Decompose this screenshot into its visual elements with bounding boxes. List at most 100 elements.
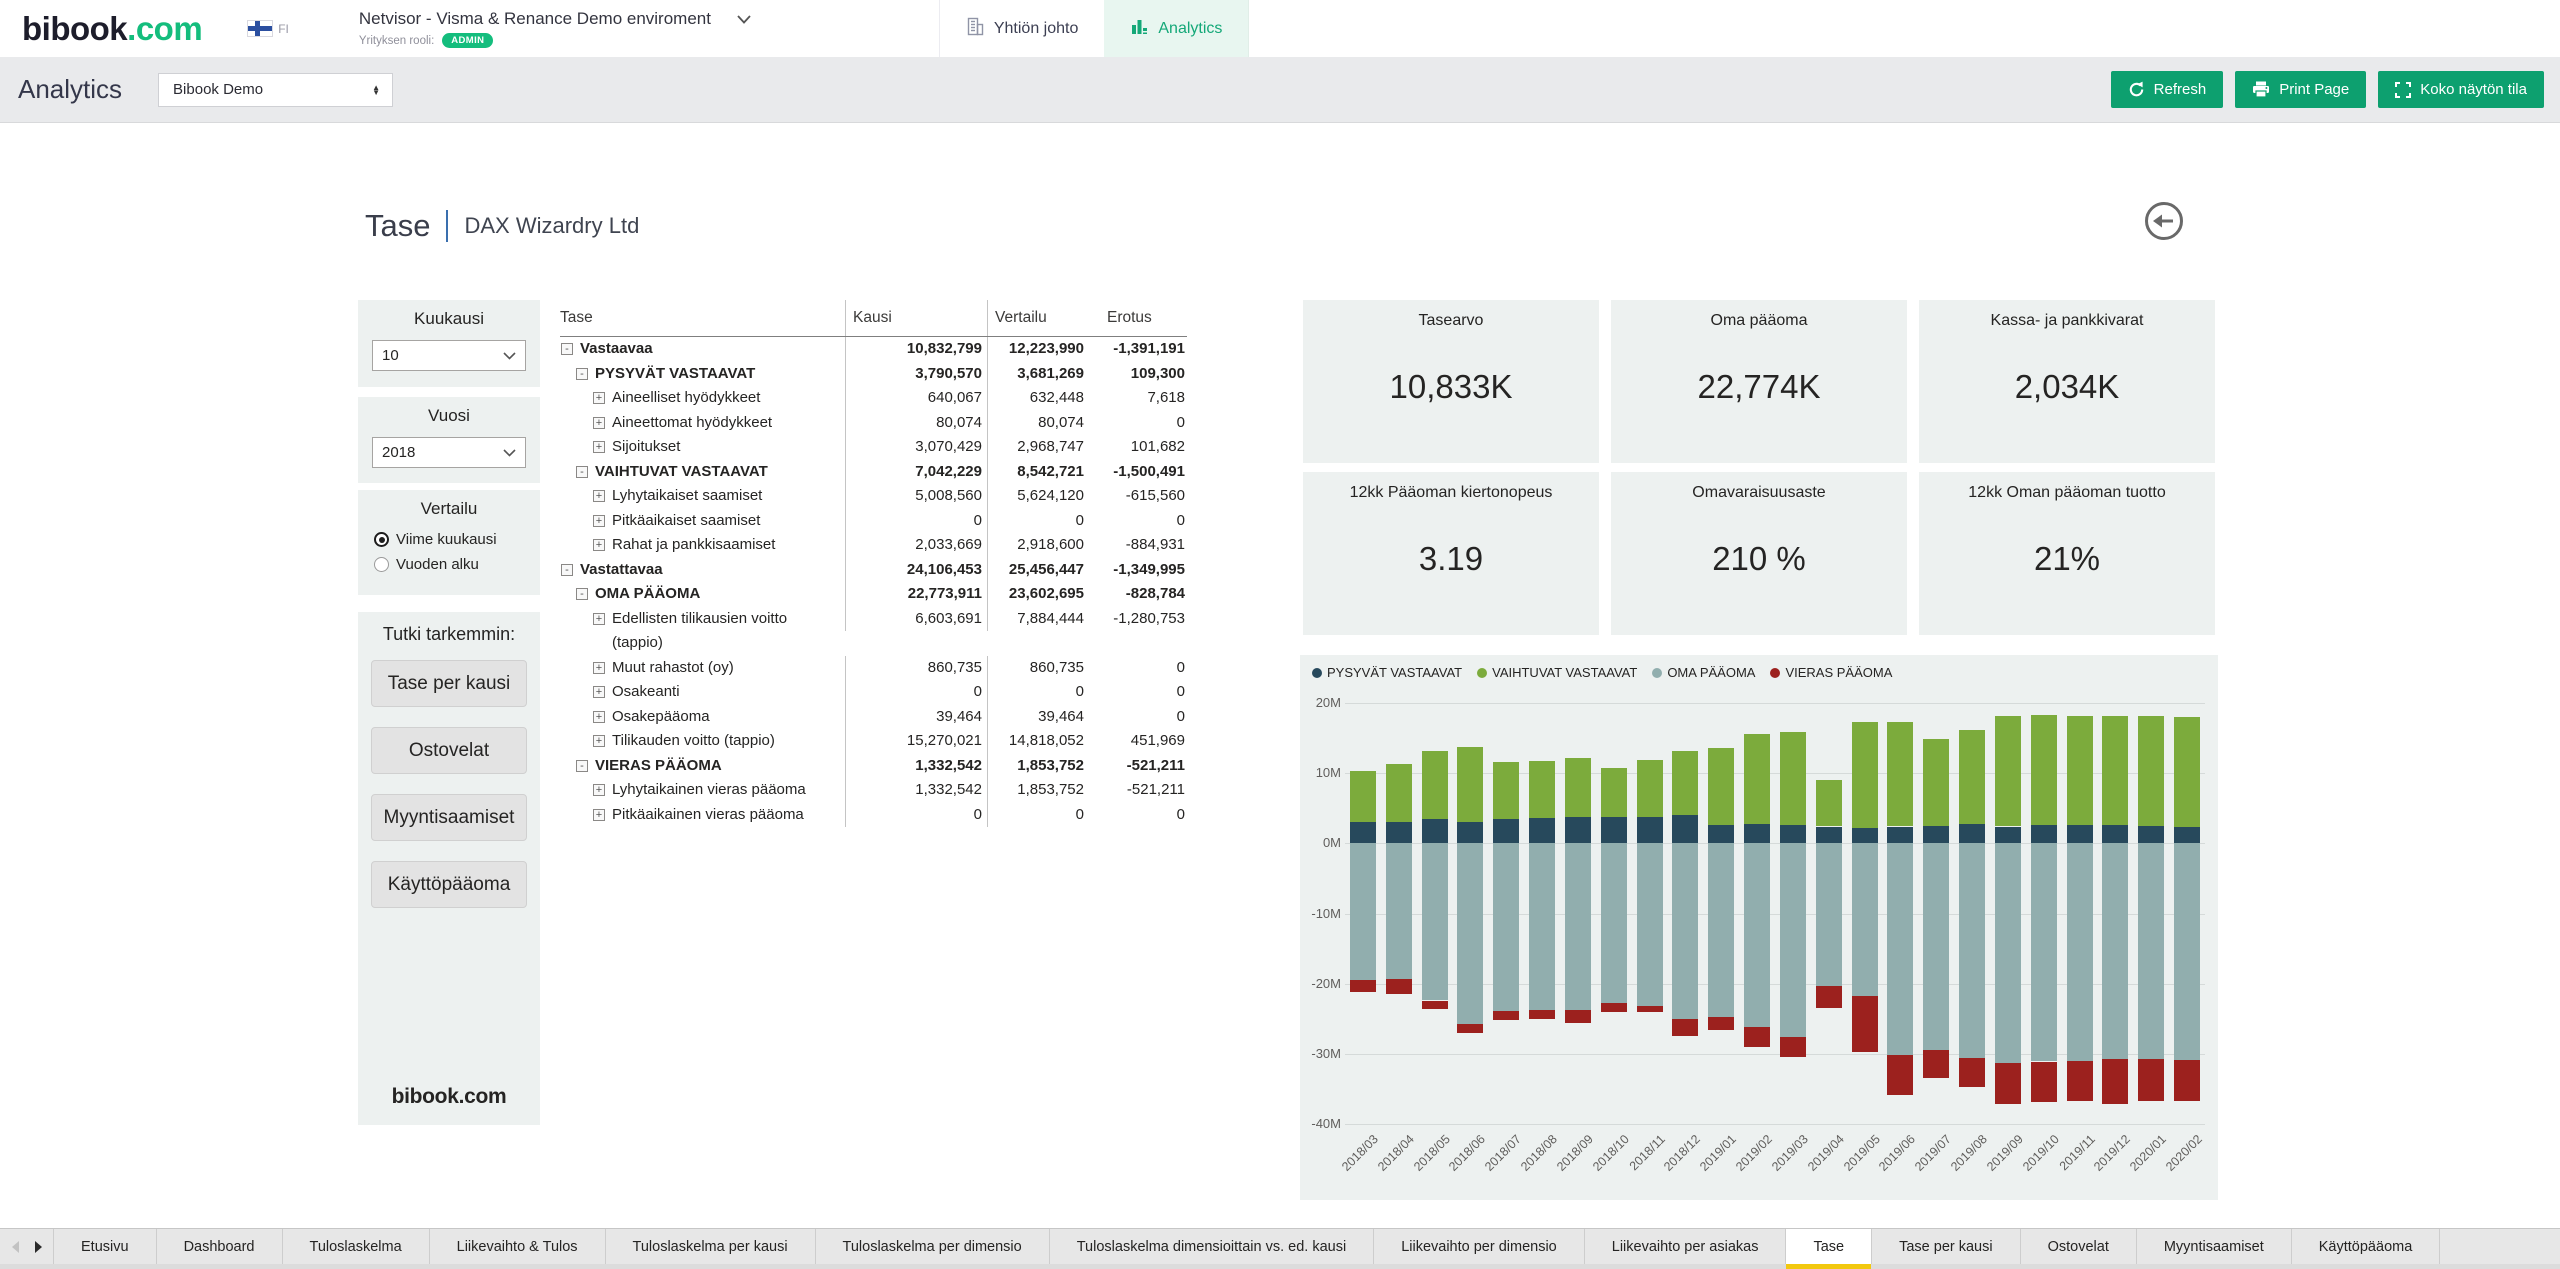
bar-segment-vieras-pääoma[interactable]	[2138, 1059, 2164, 1101]
drill-button-käyttöpääoma[interactable]: Käyttöpääoma	[371, 861, 527, 908]
bar-segment-pysyvät-vastaavat[interactable]	[1887, 827, 1913, 844]
expand-icon[interactable]: +	[593, 539, 605, 551]
bar-segment-pysyvät-vastaavat[interactable]	[1959, 824, 1985, 843]
bar-segment-pysyvät-vastaavat[interactable]	[1529, 818, 1555, 843]
legend-item[interactable]: VAIHTUVAT VASTAAVAT	[1477, 665, 1637, 680]
bar-segment-vaihtuvat-vastaavat[interactable]	[1816, 780, 1842, 826]
expand-icon[interactable]: +	[593, 784, 605, 796]
page-tab-tuloslaskelma-dimensioittain-vs-ed-kausi[interactable]: Tuloslaskelma dimensioittain vs. ed. kau…	[1050, 1229, 1374, 1264]
bar-segment-vaihtuvat-vastaavat[interactable]	[1637, 760, 1663, 817]
bar-segment-pysyvät-vastaavat[interactable]	[1601, 817, 1627, 844]
bar-segment-oma-pääoma[interactable]	[1350, 843, 1376, 980]
page-tab-tuloslaskelma-per-dimensio[interactable]: Tuloslaskelma per dimensio	[816, 1229, 1050, 1264]
bar-segment-oma-pääoma[interactable]	[1708, 843, 1734, 1016]
drill-button-myyntisaamiset[interactable]: Myyntisaamiset	[371, 794, 527, 841]
bar-segment-oma-pääoma[interactable]	[1852, 843, 1878, 995]
bar-segment-oma-pääoma[interactable]	[1529, 843, 1555, 1009]
bar-segment-oma-pääoma[interactable]	[1386, 843, 1412, 978]
workspace-select[interactable]: Bibook Demo ▲▼	[158, 73, 393, 107]
bar-segment-vaihtuvat-vastaavat[interactable]	[1350, 771, 1376, 822]
bar-segment-vieras-pääoma[interactable]	[2174, 1060, 2200, 1101]
page-tab-liikevaihto-per-dimensio[interactable]: Liikevaihto per dimensio	[1374, 1229, 1585, 1264]
bar-segment-pysyvät-vastaavat[interactable]	[2138, 826, 2164, 844]
bar-segment-pysyvät-vastaavat[interactable]	[1672, 815, 1698, 843]
scroll-right-icon[interactable]	[35, 1241, 42, 1253]
page-tab-tuloslaskelma[interactable]: Tuloslaskelma	[283, 1229, 430, 1264]
language-switcher[interactable]: FI	[248, 0, 289, 57]
bar-segment-pysyvät-vastaavat[interactable]	[2102, 825, 2128, 843]
bar-segment-pysyvät-vastaavat[interactable]	[1995, 827, 2021, 844]
collapse-icon[interactable]: -	[576, 760, 588, 772]
bar-segment-vieras-pääoma[interactable]	[1816, 986, 1842, 1008]
page-tab-dashboard[interactable]: Dashboard	[157, 1229, 283, 1264]
bar-segment-pysyvät-vastaavat[interactable]	[2031, 825, 2057, 843]
bar-segment-vaihtuvat-vastaavat[interactable]	[1852, 722, 1878, 828]
bar-segment-pysyvät-vastaavat[interactable]	[1386, 822, 1412, 844]
expand-icon[interactable]: +	[593, 711, 605, 723]
bar-segment-pysyvät-vastaavat[interactable]	[1780, 825, 1806, 843]
collapse-icon[interactable]: -	[576, 588, 588, 600]
expand-icon[interactable]: +	[593, 392, 605, 404]
bar-segment-vaihtuvat-vastaavat[interactable]	[1959, 730, 1985, 824]
bar-segment-pysyvät-vastaavat[interactable]	[1637, 817, 1663, 844]
page-tab-tase[interactable]: Tase	[1786, 1229, 1872, 1264]
bar-segment-oma-pääoma[interactable]	[1744, 843, 1770, 1027]
bar-segment-oma-pääoma[interactable]	[2102, 843, 2128, 1058]
expand-icon[interactable]: +	[593, 441, 605, 453]
bar-segment-vaihtuvat-vastaavat[interactable]	[1887, 722, 1913, 827]
bar-segment-vaihtuvat-vastaavat[interactable]	[2102, 716, 2128, 826]
bar-segment-vieras-pääoma[interactable]	[1637, 1006, 1663, 1012]
drill-button-ostovelat[interactable]: Ostovelat	[371, 727, 527, 774]
bar-segment-oma-pääoma[interactable]	[2031, 843, 2057, 1061]
collapse-icon[interactable]: -	[576, 466, 588, 478]
bar-segment-vieras-pääoma[interactable]	[2067, 1061, 2093, 1101]
legend-item[interactable]: PYSYVÄT VASTAAVAT	[1312, 665, 1462, 680]
collapse-icon[interactable]: -	[561, 343, 573, 355]
bar-segment-pysyvät-vastaavat[interactable]	[1350, 822, 1376, 843]
bar-segment-vieras-pääoma[interactable]	[1887, 1055, 1913, 1095]
header-tab-analytics[interactable]: Analytics	[1104, 0, 1249, 57]
bar-segment-vaihtuvat-vastaavat[interactable]	[1493, 762, 1519, 819]
page-tab-myyntisaamiset[interactable]: Myyntisaamiset	[2137, 1229, 2292, 1264]
comparison-option-0[interactable]: Viime kuukausi	[374, 527, 540, 552]
bar-segment-oma-pääoma[interactable]	[1493, 843, 1519, 1011]
bar-segment-vaihtuvat-vastaavat[interactable]	[1601, 768, 1627, 817]
bar-segment-oma-pääoma[interactable]	[1923, 843, 1949, 1049]
bar-segment-vaihtuvat-vastaavat[interactable]	[1529, 761, 1555, 818]
expand-icon[interactable]: +	[593, 662, 605, 674]
legend-item[interactable]: OMA PÄÄOMA	[1652, 665, 1755, 680]
expand-icon[interactable]: +	[593, 417, 605, 429]
bar-segment-vieras-pääoma[interactable]	[1386, 979, 1412, 994]
page-tab-ostovelat[interactable]: Ostovelat	[2021, 1229, 2137, 1264]
expand-icon[interactable]: +	[593, 490, 605, 502]
bar-segment-vaihtuvat-vastaavat[interactable]	[2031, 715, 2057, 825]
bar-segment-oma-pääoma[interactable]	[2138, 843, 2164, 1059]
bar-segment-oma-pääoma[interactable]	[2067, 843, 2093, 1061]
bar-segment-vaihtuvat-vastaavat[interactable]	[1565, 758, 1591, 817]
bar-segment-vieras-pääoma[interactable]	[1601, 1003, 1627, 1012]
bar-segment-oma-pääoma[interactable]	[1959, 843, 1985, 1058]
bar-segment-pysyvät-vastaavat[interactable]	[1493, 819, 1519, 844]
bar-segment-vieras-pääoma[interactable]	[1457, 1024, 1483, 1034]
bar-segment-vieras-pääoma[interactable]	[2031, 1062, 2057, 1102]
bar-segment-vieras-pääoma[interactable]	[1708, 1017, 1734, 1030]
bar-segment-vieras-pääoma[interactable]	[1422, 1001, 1448, 1009]
bar-segment-pysyvät-vastaavat[interactable]	[1852, 828, 1878, 843]
bar-segment-vaihtuvat-vastaavat[interactable]	[1744, 734, 1770, 825]
page-tab-käyttöpääoma[interactable]: Käyttöpääoma	[2292, 1229, 2441, 1264]
bar-segment-vieras-pääoma[interactable]	[1565, 1010, 1591, 1023]
bar-segment-oma-pääoma[interactable]	[1637, 843, 1663, 1006]
bar-segment-vaihtuvat-vastaavat[interactable]	[2067, 716, 2093, 826]
comparison-option-1[interactable]: Vuoden alku	[374, 552, 540, 577]
header-tab-company[interactable]: Yhtiön johto	[940, 0, 1105, 57]
fullscreen-button[interactable]: Koko näytön tila	[2378, 71, 2544, 108]
refresh-button[interactable]: Refresh	[2111, 71, 2224, 108]
column-header-tase[interactable]: Tase	[560, 309, 845, 327]
bar-segment-vaihtuvat-vastaavat[interactable]	[1995, 716, 2021, 827]
page-tab-tase-per-kausi[interactable]: Tase per kausi	[1872, 1229, 2021, 1264]
collapse-icon[interactable]: -	[561, 564, 573, 576]
bar-segment-vieras-pääoma[interactable]	[1959, 1058, 1985, 1087]
month-select[interactable]: 10	[372, 340, 526, 371]
bar-segment-pysyvät-vastaavat[interactable]	[1565, 817, 1591, 843]
company-selector[interactable]: Netvisor - Visma & Renance Demo envirome…	[359, 0, 879, 57]
